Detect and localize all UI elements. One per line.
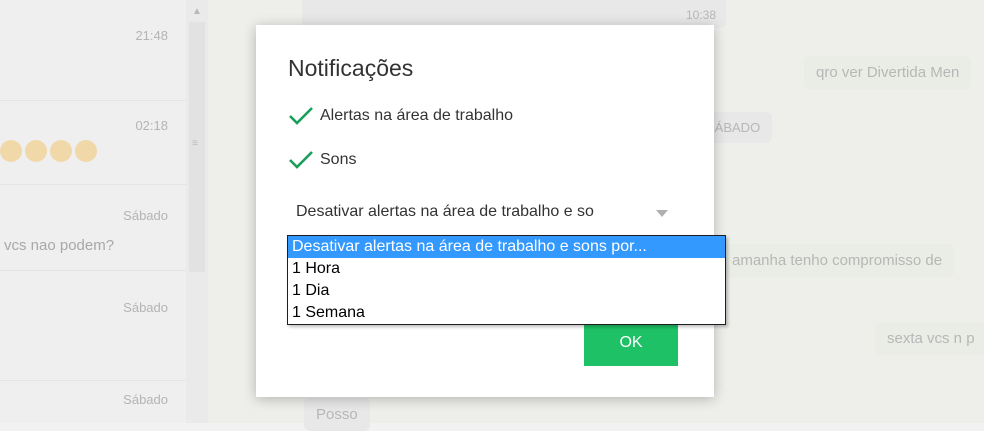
chat-time: 21:48 <box>135 28 168 43</box>
option-label: Alertas na área de trabalho <box>320 107 514 124</box>
checkmark-icon <box>289 107 313 125</box>
emoji-preview <box>0 140 97 162</box>
listbox-option[interactable]: 1 Dia <box>288 280 725 302</box>
emoji-icon <box>50 140 72 162</box>
message-bubble: sexta vcs n p <box>875 322 984 355</box>
chat-row[interactable]: Sábado vcs nao podem? <box>0 184 186 271</box>
listbox-option[interactable]: 1 Hora <box>288 258 725 280</box>
chat-row[interactable]: Sábado <box>0 380 186 423</box>
chevron-down-icon[interactable] <box>656 210 668 217</box>
chat-time: Sábado <box>123 392 168 407</box>
chat-row[interactable]: 21:48 <box>0 0 186 101</box>
emoji-icon <box>75 140 97 162</box>
resize-grip-icon[interactable]: ≡ <box>192 138 198 149</box>
notifications-dialog: Notificações Alertas na área de trabalho… <box>256 25 714 397</box>
listbox-option-selected[interactable]: Desativar alertas na área de trabalho e … <box>288 236 725 258</box>
emoji-icon <box>25 140 47 162</box>
chat-preview: vcs nao podem? <box>4 237 115 254</box>
chat-row[interactable]: 02:18 <box>0 100 186 185</box>
option-sounds[interactable]: Sons <box>288 149 356 171</box>
emoji-icon <box>0 140 22 162</box>
message-bubble: amanha tenho compromisso de <box>720 244 955 277</box>
checkmark-icon <box>289 151 313 169</box>
dialog-title: Notificações <box>288 55 414 81</box>
listbox-option[interactable]: 1 Semana <box>288 302 725 324</box>
option-desktop-alerts[interactable]: Alertas na área de trabalho <box>288 105 513 127</box>
chat-list-scrollbar[interactable]: ▲ ≡ <box>186 0 208 423</box>
message-bubble: Posso <box>304 398 370 431</box>
option-label: Sons <box>320 151 357 168</box>
chat-row[interactable]: Sábado <box>0 270 186 381</box>
chat-list: 21:48 02:18 Sábado vcs nao podem? Sábado… <box>0 0 186 423</box>
chat-time: Sábado <box>123 300 168 315</box>
ok-button[interactable]: OK <box>584 320 678 366</box>
chat-time: Sábado <box>123 208 168 223</box>
mute-duration-select[interactable]: Desativar alertas na área de trabalho e … <box>296 203 674 229</box>
chat-time: 02:18 <box>135 118 168 133</box>
message-bubble: qro ver Divertida Men <box>804 56 972 89</box>
mute-duration-listbox[interactable]: Desativar alertas na área de trabalho e … <box>287 235 726 325</box>
select-value: Desativar alertas na área de trabalho e … <box>296 203 594 220</box>
scroll-up-arrow-icon[interactable]: ▲ <box>192 6 202 17</box>
message-time: 10:38 <box>685 8 716 22</box>
message-bubble: 10:38 <box>302 0 726 28</box>
